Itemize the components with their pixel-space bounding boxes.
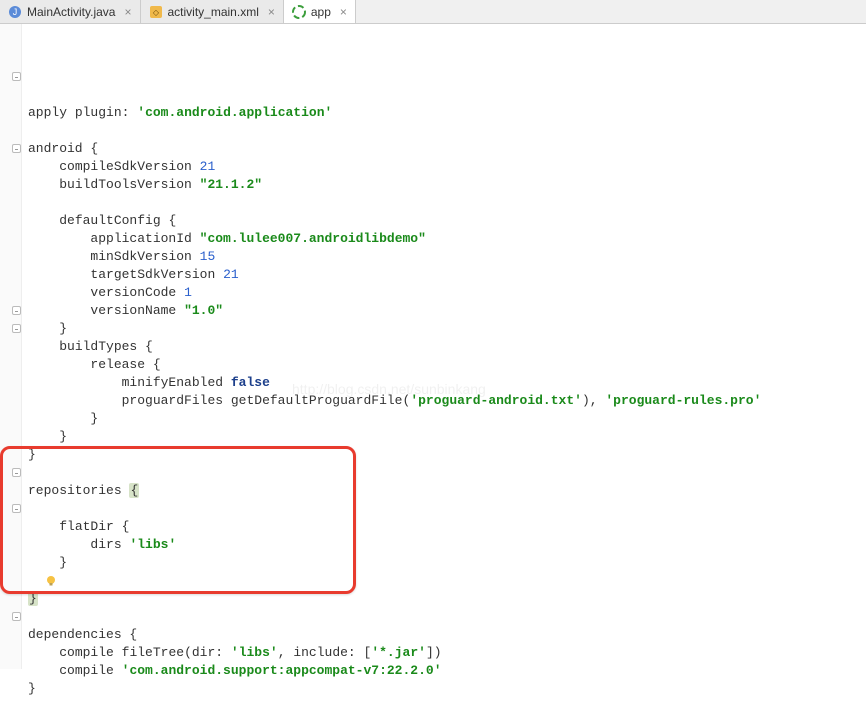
tab-activitymain[interactable]: ◇ activity_main.xml × [141, 0, 284, 23]
tab-label: app [311, 5, 331, 19]
code-area[interactable]: http://blog.csdn.net/sunbinkang apply pl… [22, 24, 866, 669]
tab-mainactivity[interactable]: J MainActivity.java × [0, 0, 141, 23]
fold-marker[interactable] [12, 144, 21, 153]
fold-marker[interactable] [12, 612, 21, 621]
close-icon[interactable]: × [340, 5, 347, 19]
gutter[interactable] [0, 24, 22, 669]
close-icon[interactable]: × [268, 5, 275, 19]
gradle-icon [292, 5, 306, 19]
fold-marker[interactable] [12, 324, 21, 333]
fold-marker[interactable] [12, 72, 21, 81]
close-icon[interactable]: × [124, 5, 131, 19]
lightbulb-icon[interactable] [44, 574, 58, 588]
fold-marker[interactable] [12, 468, 21, 477]
fold-marker[interactable] [12, 306, 21, 315]
tab-label: MainActivity.java [27, 5, 115, 19]
tab-bar: J MainActivity.java × ◇ activity_main.xm… [0, 0, 866, 24]
java-icon: J [8, 5, 22, 19]
xml-icon: ◇ [149, 5, 163, 19]
svg-text:J: J [13, 7, 18, 17]
editor-pane: http://blog.csdn.net/sunbinkang apply pl… [0, 24, 866, 669]
highlight-annotation [0, 446, 356, 594]
tab-app[interactable]: app × [284, 0, 356, 23]
fold-marker[interactable] [12, 504, 21, 513]
svg-text:◇: ◇ [152, 8, 159, 17]
tab-label: activity_main.xml [168, 5, 259, 19]
